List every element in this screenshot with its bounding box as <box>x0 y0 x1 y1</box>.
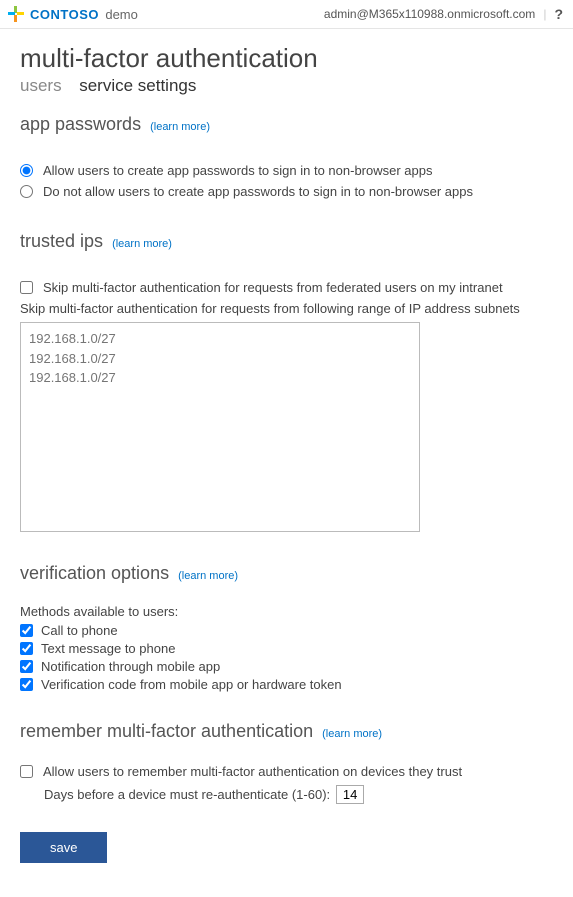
method-text-phone[interactable]: Text message to phone <box>20 641 553 656</box>
brand-suffix: demo <box>105 7 138 22</box>
content: multi-factor authentication users servic… <box>0 29 573 883</box>
radio-allow-label: Allow users to create app passwords to s… <box>43 163 432 178</box>
help-icon[interactable]: ? <box>554 6 563 22</box>
ip-range-label: Skip multi-factor authentication for req… <box>20 301 553 316</box>
method-code-app-token[interactable]: Verification code from mobile app or har… <box>20 677 553 692</box>
divider: | <box>543 7 546 21</box>
page-title: multi-factor authentication <box>20 43 553 74</box>
radio-allow-app-passwords[interactable]: Allow users to create app passwords to s… <box>20 163 553 178</box>
methods-label: Methods available to users: <box>20 604 553 619</box>
brand-name: CONTOSO <box>30 7 99 22</box>
tab-service-settings[interactable]: service settings <box>79 76 196 96</box>
radio-disallow[interactable] <box>20 185 33 198</box>
topbar: CONTOSO demo admin@M365x110988.onmicroso… <box>0 0 573 29</box>
skip-federated-label: Skip multi-factor authentication for req… <box>43 280 503 295</box>
skip-federated-checkbox[interactable] <box>20 281 33 294</box>
days-input[interactable] <box>336 785 364 804</box>
learn-more-link[interactable]: (learn more) <box>178 570 238 582</box>
tabs: users service settings <box>20 76 553 96</box>
days-row: Days before a device must re-authenticat… <box>44 785 553 804</box>
section-trusted-ips: trusted ips (learn more) <box>20 231 553 252</box>
method-label: Call to phone <box>41 623 118 638</box>
checkbox-remember-mfa[interactable]: Allow users to remember multi-factor aut… <box>20 764 553 779</box>
learn-more-link[interactable]: (learn more) <box>322 728 382 740</box>
remember-mfa-label: Allow users to remember multi-factor aut… <box>43 764 462 779</box>
method-checkbox[interactable] <box>20 678 33 691</box>
days-label: Days before a device must re-authenticat… <box>44 787 330 802</box>
radio-disallow-app-passwords[interactable]: Do not allow users to create app passwor… <box>20 184 553 199</box>
method-checkbox[interactable] <box>20 624 33 637</box>
radio-allow[interactable] <box>20 164 33 177</box>
tab-users[interactable]: users <box>20 76 62 96</box>
method-call-phone[interactable]: Call to phone <box>20 623 553 638</box>
save-button[interactable]: save <box>20 832 107 863</box>
checkbox-skip-federated[interactable]: Skip multi-factor authentication for req… <box>20 280 553 295</box>
learn-more-link[interactable]: (learn more) <box>112 238 172 250</box>
method-checkbox[interactable] <box>20 642 33 655</box>
section-remember-mfa: remember multi-factor authentication (le… <box>20 721 553 742</box>
method-label: Text message to phone <box>41 641 175 656</box>
topbar-right: admin@M365x110988.onmicrosoft.com | ? <box>324 6 563 22</box>
remember-mfa-checkbox[interactable] <box>20 765 33 778</box>
contoso-logo-icon <box>8 6 24 22</box>
section-verification: verification options (learn more) <box>20 563 553 584</box>
radio-disallow-label: Do not allow users to create app passwor… <box>43 184 473 199</box>
method-notification-app[interactable]: Notification through mobile app <box>20 659 553 674</box>
method-checkbox[interactable] <box>20 660 33 673</box>
method-label: Verification code from mobile app or har… <box>41 677 342 692</box>
method-label: Notification through mobile app <box>41 659 220 674</box>
user-email: admin@M365x110988.onmicrosoft.com <box>324 7 535 21</box>
brand: CONTOSO demo <box>8 6 138 22</box>
section-app-passwords: app passwords (learn more) <box>20 114 553 135</box>
ip-range-textarea[interactable] <box>20 322 420 532</box>
learn-more-link[interactable]: (learn more) <box>150 121 210 133</box>
